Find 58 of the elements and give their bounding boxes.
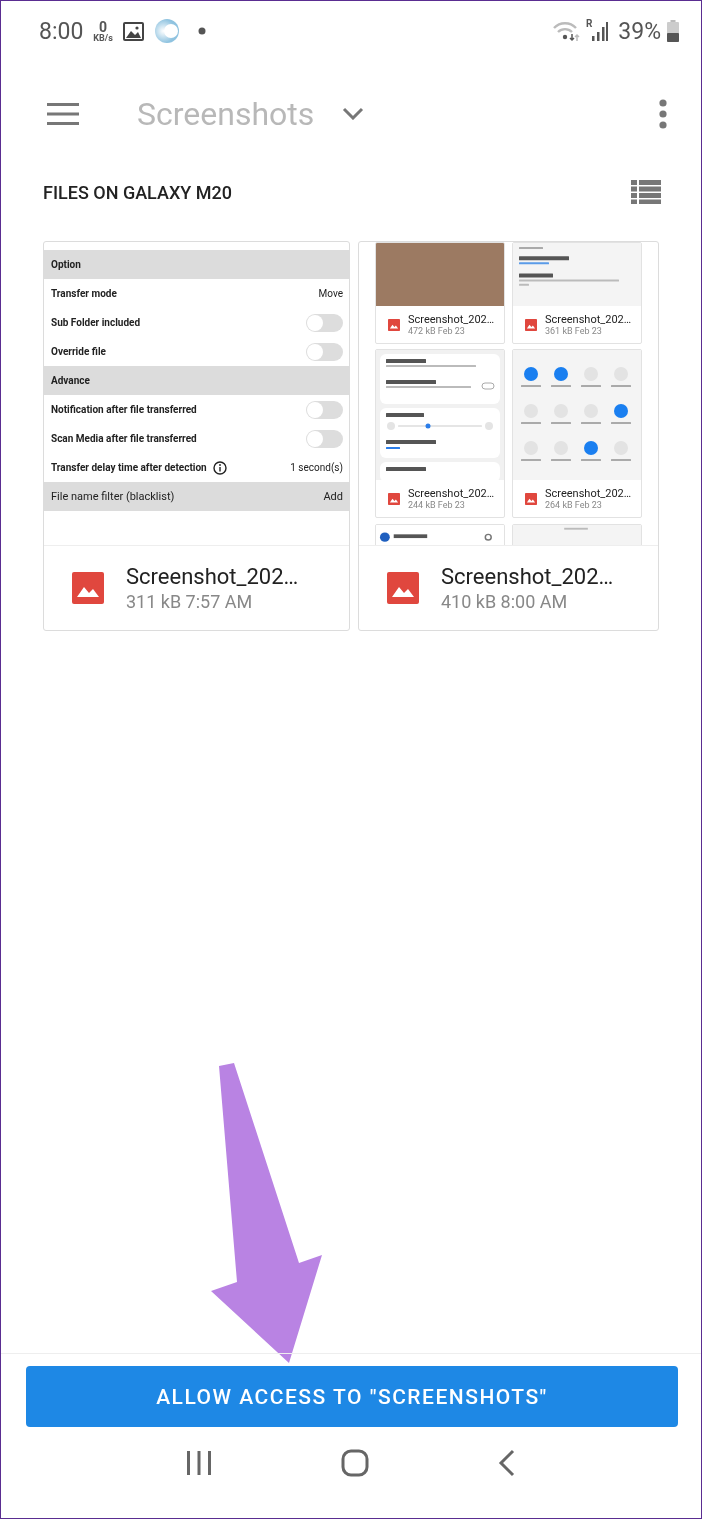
add-link[interactable]: Add <box>323 490 343 503</box>
app-notification-icon <box>153 18 180 44</box>
setting-label: Transfer delay time after detection <box>51 462 207 473</box>
image-file-icon <box>525 318 537 331</box>
dot-icon <box>197 27 206 35</box>
file-name: Screenshot_202… <box>408 487 495 500</box>
roaming-label: R <box>585 18 593 29</box>
file-name: Screenshot_202… <box>545 313 632 326</box>
image-file-icon <box>525 492 537 505</box>
setting-value: 1 second(s) <box>290 462 343 473</box>
network-speed: 0 <box>99 19 108 34</box>
file-name: Screenshot_202… <box>441 564 614 589</box>
file-name: Screenshot_202… <box>545 487 632 500</box>
file-details: 410 kB 8:00 AM <box>441 591 569 612</box>
file-details: 264 kB Feb 23 <box>545 500 603 510</box>
menu-icon[interactable] <box>47 102 79 125</box>
home-icon[interactable] <box>341 1449 369 1477</box>
section-title: FILES ON GALAXY M20 <box>43 181 232 203</box>
setting-label: Transfer mode <box>51 288 117 299</box>
toggle-switch[interactable] <box>306 400 343 419</box>
list-view-icon[interactable] <box>631 180 661 204</box>
setting-label: Scan Media after file transferred <box>51 433 197 444</box>
settings-section-header: Option <box>44 250 349 279</box>
clock: 8:00 <box>39 17 84 45</box>
setting-label: File name filter (blacklist) <box>51 490 175 503</box>
settings-section-header: Advance <box>44 366 349 395</box>
back-icon[interactable] <box>498 1449 517 1477</box>
file-card[interactable]: Screenshot_202… 472 kB Feb 23 Screenshot_202… 361 kB Feb 23 Screenshot_202… 244 kB Feb 23 Screenshot_202… 264 kB Feb 23 Screenshot_202… 410 kB 8:00 AM <box>358 241 659 631</box>
file-name: Screenshot_202… <box>408 313 495 326</box>
file-details: 244 kB Feb 23 <box>408 500 466 510</box>
signal-icon <box>592 21 609 41</box>
gallery-icon <box>122 21 144 41</box>
more-options-icon[interactable] <box>659 98 667 129</box>
toggle-switch[interactable] <box>306 342 343 361</box>
battery-percentage: 39% <box>618 17 661 45</box>
recent-apps-icon[interactable] <box>185 1450 212 1476</box>
file-details: 472 kB Feb 23 <box>408 326 466 336</box>
wifi-icon <box>551 20 580 42</box>
setting-label: Notification after file transferred <box>51 404 197 415</box>
image-file-icon <box>388 492 400 505</box>
file-name: Screenshot_202… <box>126 564 299 589</box>
file-details: 361 kB Feb 23 <box>545 326 603 336</box>
allow-access-button[interactable]: ALLOW ACCESS TO "SCREENSHOTS" <box>26 1366 678 1427</box>
setting-label: Override file <box>51 346 106 357</box>
image-file-icon <box>72 572 104 604</box>
setting-value: Move <box>318 288 343 299</box>
setting-label: Sub Folder included <box>51 317 141 328</box>
dropdown-caret-icon[interactable] <box>342 107 365 120</box>
toggle-switch[interactable] <box>306 429 343 448</box>
toggle-switch[interactable] <box>306 313 343 332</box>
info-icon[interactable] <box>212 460 227 475</box>
image-file-icon <box>387 572 419 604</box>
folder-title: Screenshots <box>137 94 315 133</box>
file-details: 311 kB 7:57 AM <box>126 591 254 612</box>
image-file-icon <box>388 318 400 331</box>
battery-icon <box>667 20 679 42</box>
file-card[interactable] <box>43 241 350 631</box>
speed-unit: KB/s <box>93 33 113 43</box>
